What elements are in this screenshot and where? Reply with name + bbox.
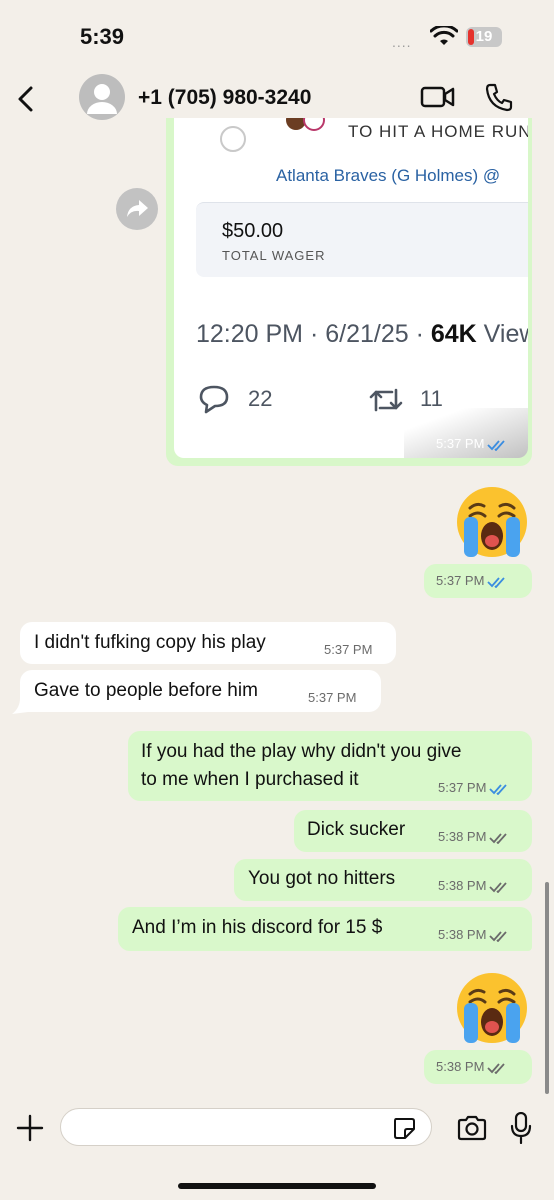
message-bubble-outgoing[interactable]: If you had the play why didn't you give … <box>128 731 532 801</box>
bet-label: TO HIT A HOME RUN <box>348 122 528 141</box>
contact-avatar[interactable] <box>79 74 125 120</box>
status-time: 5:39 <box>80 24 125 49</box>
phone-call-icon[interactable] <box>484 82 514 112</box>
message-time: 5:37 PM <box>436 573 507 588</box>
wifi-icon <box>430 26 458 45</box>
wager-amount: $50.00 <box>222 220 284 242</box>
camera-icon[interactable] <box>456 1114 488 1142</box>
person-icon <box>87 84 117 114</box>
battery-level: 19 <box>475 28 493 45</box>
reply-icon <box>199 385 229 414</box>
sticker-icon[interactable] <box>392 1116 416 1140</box>
shared-screenshot-image[interactable]: TO HIT A HOME RUN Atlanta Braves (G Holm… <box>174 118 528 458</box>
video-call-icon[interactable] <box>420 84 456 110</box>
home-indicator <box>178 1183 376 1189</box>
message-text-line1: If you had the play why didn't you give <box>141 741 462 762</box>
message-time: 5:37 PM <box>438 780 509 795</box>
message-text: Gave to people before him <box>34 680 258 701</box>
cellular-signal-icon: .... <box>392 34 412 50</box>
wager-label: TOTAL WAGER <box>222 248 326 263</box>
message-bubble-incoming[interactable]: Gave to people before him 5:37 PM <box>20 670 381 712</box>
read-checkmarks-icon <box>487 439 506 451</box>
team-label: Atlanta Braves (G Holmes) @ <box>276 166 501 185</box>
battery-icon: 19 <box>466 27 502 47</box>
message-text: I didn't fufking copy his play <box>34 632 266 653</box>
microphone-icon[interactable] <box>510 1112 532 1144</box>
message-text: Dick sucker <box>307 819 406 840</box>
read-checkmarks-icon <box>487 576 506 588</box>
message-input[interactable] <box>60 1108 432 1146</box>
message-time: 5:38 PM <box>438 927 509 942</box>
tweet-meta: 12:20 PM · 6/21/25 · 64K Views <box>196 320 528 348</box>
image-message-bubble[interactable]: TO HIT A HOME RUN Atlanta Braves (G Holm… <box>166 118 532 466</box>
forward-button[interactable] <box>116 188 158 230</box>
message-text-line2: to me when I purchased it <box>141 769 359 790</box>
message-time: 5:37 PM <box>324 642 373 657</box>
message-time: 5:37 PM <box>308 690 357 705</box>
delivered-checkmarks-icon <box>487 1062 506 1074</box>
back-chevron-icon[interactable] <box>12 84 42 114</box>
contact-name[interactable]: +1 (705) 980-3240 <box>138 86 311 110</box>
message-time: 5:38 PM <box>438 878 509 893</box>
delivered-checkmarks-icon <box>489 881 508 893</box>
forward-arrow-icon <box>127 200 148 217</box>
message-bubble-outgoing[interactable]: 5:37 PM <box>424 564 532 598</box>
message-bubble-outgoing[interactable]: You got no hitters 5:38 PM <box>234 859 532 901</box>
message-time: 5:38 PM <box>436 1059 507 1074</box>
message-text: And I’m in his discord for 15 $ <box>132 917 383 938</box>
radio-button <box>220 126 246 152</box>
delivered-checkmarks-icon <box>489 832 508 844</box>
loudly-crying-face-emoji[interactable] <box>454 484 530 560</box>
loudly-crying-face-emoji[interactable] <box>454 970 530 1046</box>
message-bubble-outgoing[interactable]: And I’m in his discord for 15 $ 5:38 PM <box>118 907 532 951</box>
reply-count: 22 <box>248 386 273 411</box>
plus-icon[interactable] <box>16 1114 44 1142</box>
delivered-checkmarks-icon <box>489 930 508 942</box>
read-checkmarks-icon <box>489 783 508 795</box>
message-text: You got no hitters <box>248 868 396 889</box>
bubble-tail <box>12 698 28 714</box>
message-time: 5:37 PM <box>436 436 507 451</box>
message-bubble-outgoing[interactable]: Dick sucker 5:38 PM <box>294 810 532 852</box>
message-time: 5:38 PM <box>438 829 509 844</box>
message-bubble-outgoing[interactable]: 5:38 PM <box>424 1050 532 1084</box>
message-bubble-incoming[interactable]: I didn't fufking copy his play 5:37 PM <box>20 622 396 664</box>
player-avatars-icon <box>286 118 325 131</box>
retweet-icon <box>369 388 403 412</box>
scrollbar[interactable] <box>545 882 549 1094</box>
